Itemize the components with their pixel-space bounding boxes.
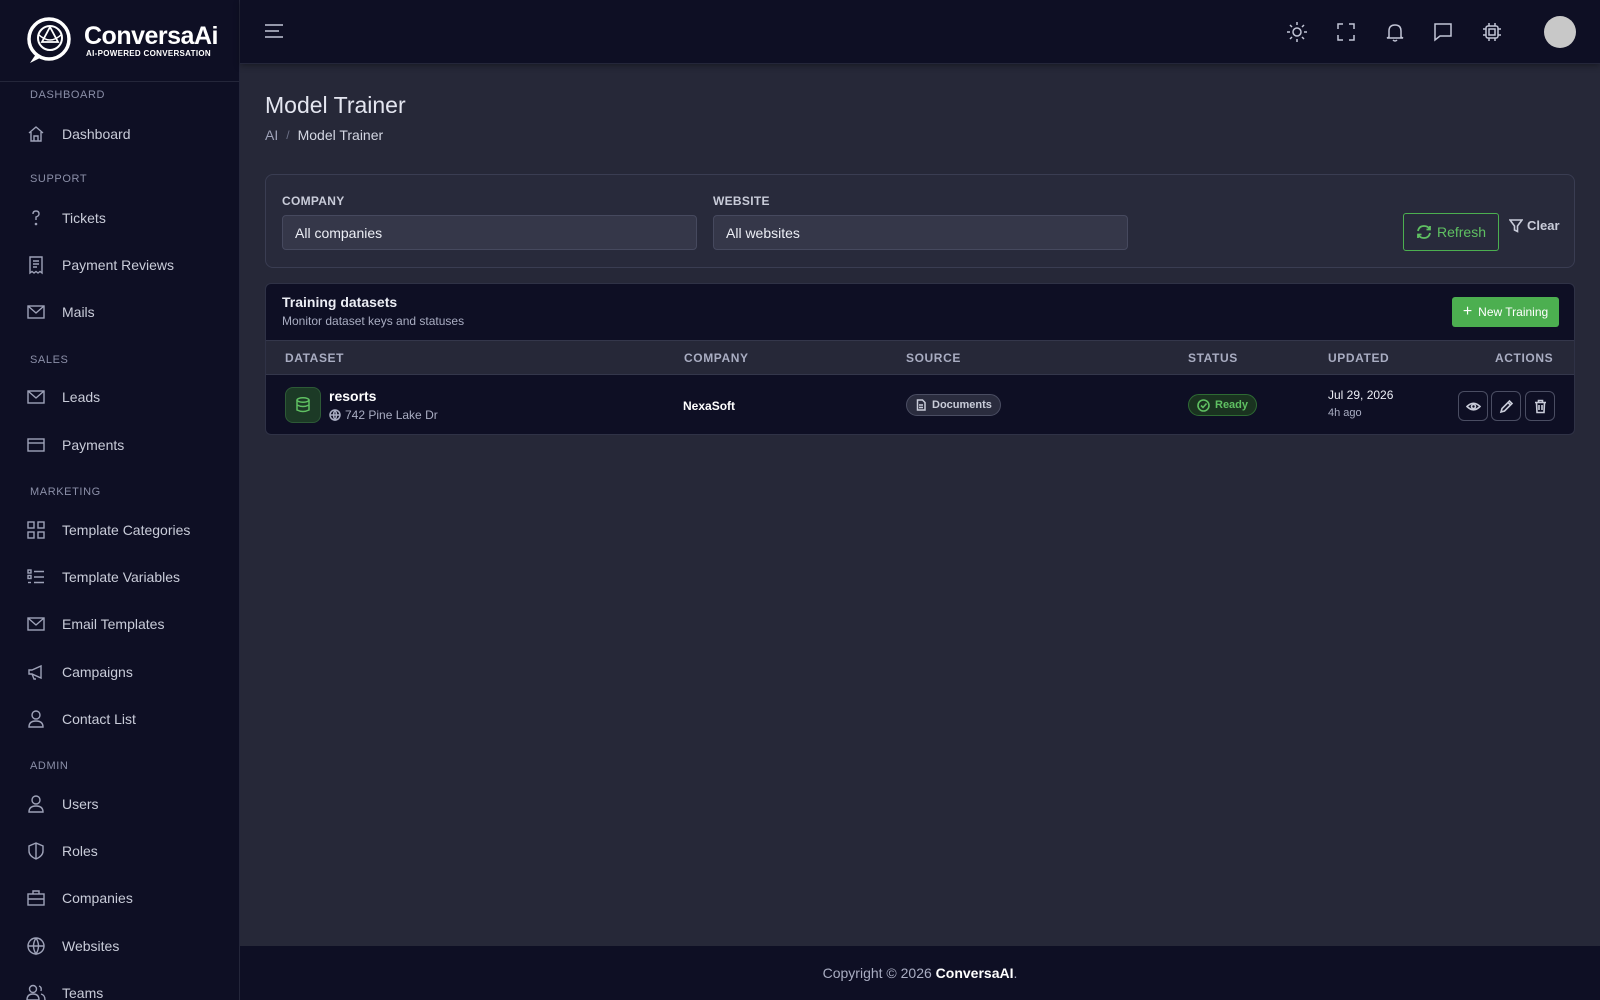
page-title: Model Trainer: [265, 92, 406, 118]
filter-icon: [1509, 218, 1523, 233]
users-icon: [26, 984, 46, 1000]
mail-icon: [27, 617, 45, 631]
database-icon: [285, 387, 321, 423]
brand-logo[interactable]: ConversaAi AI-POWERED CONVERSATION: [0, 0, 239, 82]
filter-card: COMPANY All companies WEBSITE All websit…: [265, 174, 1575, 268]
section-support: SUPPORT: [30, 173, 88, 185]
document-icon: [916, 399, 926, 411]
datasets-title: Training datasets: [282, 294, 398, 310]
col-status: STATUS: [1188, 351, 1238, 365]
shield-icon: [28, 842, 44, 860]
updated-date: Jul 29, 2026: [1328, 388, 1394, 402]
clear-button[interactable]: Clear: [1509, 218, 1560, 233]
status-badge: Ready: [1188, 394, 1258, 416]
brand-tagline: AI-POWERED CONVERSATION: [86, 49, 211, 58]
updated-ago: 4h ago: [1328, 407, 1362, 419]
edit-button[interactable]: [1491, 391, 1521, 421]
topbar: [240, 0, 1600, 64]
website-select[interactable]: All websites: [713, 215, 1128, 250]
sidebar-item-users[interactable]: Users: [26, 794, 99, 814]
col-company: COMPANY: [684, 351, 749, 365]
col-actions: ACTIONS: [1495, 351, 1554, 365]
view-button[interactable]: [1458, 391, 1488, 421]
sidebar-item-teams[interactable]: Teams: [26, 983, 103, 1000]
check-circle-icon: [1197, 398, 1210, 412]
mail-icon: [27, 390, 45, 404]
refresh-icon: [1417, 225, 1431, 239]
brand-name: ConversaAi: [84, 22, 218, 50]
footer-brand: ConversaAI: [935, 965, 1014, 981]
dataset-company: NexaSoft: [683, 399, 736, 413]
table-header: DATASET COMPANY SOURCE STATUS UPDATED AC…: [266, 340, 1574, 375]
sidebar-item-mails[interactable]: Mails: [26, 302, 95, 322]
credit-card-icon: [27, 438, 45, 452]
sidebar: ConversaAi AI-POWERED CONVERSATION DASHB…: [0, 0, 240, 1000]
sidebar-item-contact-list[interactable]: Contact List: [26, 709, 136, 729]
sidebar-item-template-variables[interactable]: Template Variables: [26, 567, 180, 587]
datasets-card: Training datasets Monitor dataset keys a…: [265, 283, 1575, 435]
source-badge: Documents: [906, 394, 1001, 416]
dataset-name[interactable]: resorts: [329, 388, 376, 404]
col-dataset: DATASET: [285, 351, 345, 365]
megaphone-icon: [28, 664, 42, 680]
footer-copyright: Copyright © 2026: [822, 965, 936, 981]
sidebar-item-email-templates[interactable]: Email Templates: [26, 614, 164, 634]
sidebar-item-campaigns[interactable]: Campaigns: [26, 662, 133, 682]
table-row: resorts 742 Pine Lake Dr NexaSoft Docume…: [266, 375, 1574, 434]
col-updated: UPDATED: [1328, 351, 1390, 365]
globe-icon: [329, 409, 341, 421]
sidebar-item-companies[interactable]: Companies: [26, 888, 133, 908]
website-filter-label: WEBSITE: [713, 194, 770, 208]
datasets-subtitle: Monitor dataset keys and statuses: [282, 314, 465, 328]
sidebar-item-template-categories[interactable]: Template Categories: [26, 520, 190, 540]
footer-suffix: .: [1013, 965, 1018, 981]
section-dashboard: DASHBOARD: [30, 89, 106, 101]
home-icon: [28, 126, 44, 142]
sidebar-item-payment-reviews[interactable]: Payment Reviews: [26, 255, 174, 275]
bell-icon[interactable]: [1384, 21, 1406, 43]
company-filter-label: COMPANY: [282, 194, 345, 208]
user-icon: [28, 795, 44, 813]
logo-icon: [27, 16, 71, 63]
mail-icon: [27, 305, 45, 319]
sun-icon[interactable]: [1286, 21, 1308, 43]
refresh-button[interactable]: Refresh: [1403, 213, 1499, 251]
dataset-location: 742 Pine Lake Dr: [329, 408, 438, 422]
cpu-icon[interactable]: [1481, 21, 1503, 43]
breadcrumb-current: Model Trainer: [297, 127, 384, 143]
pencil-icon: [1499, 399, 1513, 413]
sidebar-item-websites[interactable]: Websites: [26, 936, 119, 956]
briefcase-icon: [27, 890, 45, 906]
breadcrumb-separator: /: [286, 128, 290, 142]
chat-icon[interactable]: [1432, 21, 1454, 43]
company-select[interactable]: All companies: [282, 215, 697, 250]
fullscreen-icon[interactable]: [1335, 21, 1357, 43]
menu-icon[interactable]: [263, 20, 285, 42]
grid-icon: [27, 521, 45, 539]
section-marketing: MARKETING: [30, 486, 101, 498]
trash-icon: [1534, 399, 1546, 413]
receipt-icon: [29, 256, 43, 275]
sidebar-item-payments[interactable]: Payments: [26, 435, 124, 455]
plus-icon: +: [1462, 303, 1473, 320]
footer: Copyright © 2026 ConversaAI .: [240, 946, 1600, 1000]
sidebar-item-leads[interactable]: Leads: [26, 387, 100, 407]
col-source: SOURCE: [906, 351, 961, 365]
breadcrumb: AI / Model Trainer: [265, 127, 383, 143]
sidebar-item-tickets[interactable]: Tickets: [26, 208, 106, 228]
eye-icon: [1465, 401, 1481, 411]
section-admin: ADMIN: [30, 760, 69, 772]
section-sales: SALES: [30, 354, 69, 366]
avatar[interactable]: [1544, 16, 1576, 48]
breadcrumb-ai[interactable]: AI: [265, 127, 278, 143]
new-training-button[interactable]: + New Training: [1452, 297, 1559, 327]
sidebar-item-dashboard[interactable]: Dashboard: [26, 124, 131, 144]
list-icon: [27, 569, 44, 584]
delete-button[interactable]: [1525, 391, 1555, 421]
user-icon: [28, 710, 44, 728]
globe-icon: [27, 937, 45, 956]
sidebar-item-roles[interactable]: Roles: [26, 841, 98, 861]
question-icon: [32, 210, 40, 226]
